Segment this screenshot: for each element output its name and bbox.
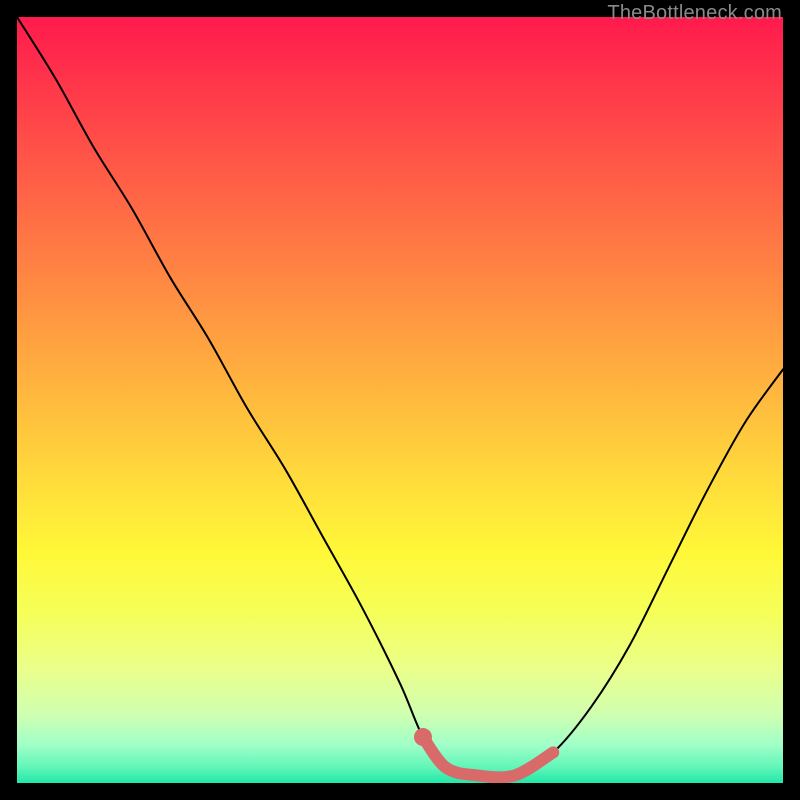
- chart-plot-area: [17, 17, 783, 783]
- marker-dot: [414, 728, 432, 746]
- watermark-text: TheBottleneck.com: [607, 2, 782, 25]
- bottleneck-curve: [17, 17, 783, 777]
- optimal-range-highlight: [423, 737, 553, 777]
- chart-svg: [17, 17, 783, 783]
